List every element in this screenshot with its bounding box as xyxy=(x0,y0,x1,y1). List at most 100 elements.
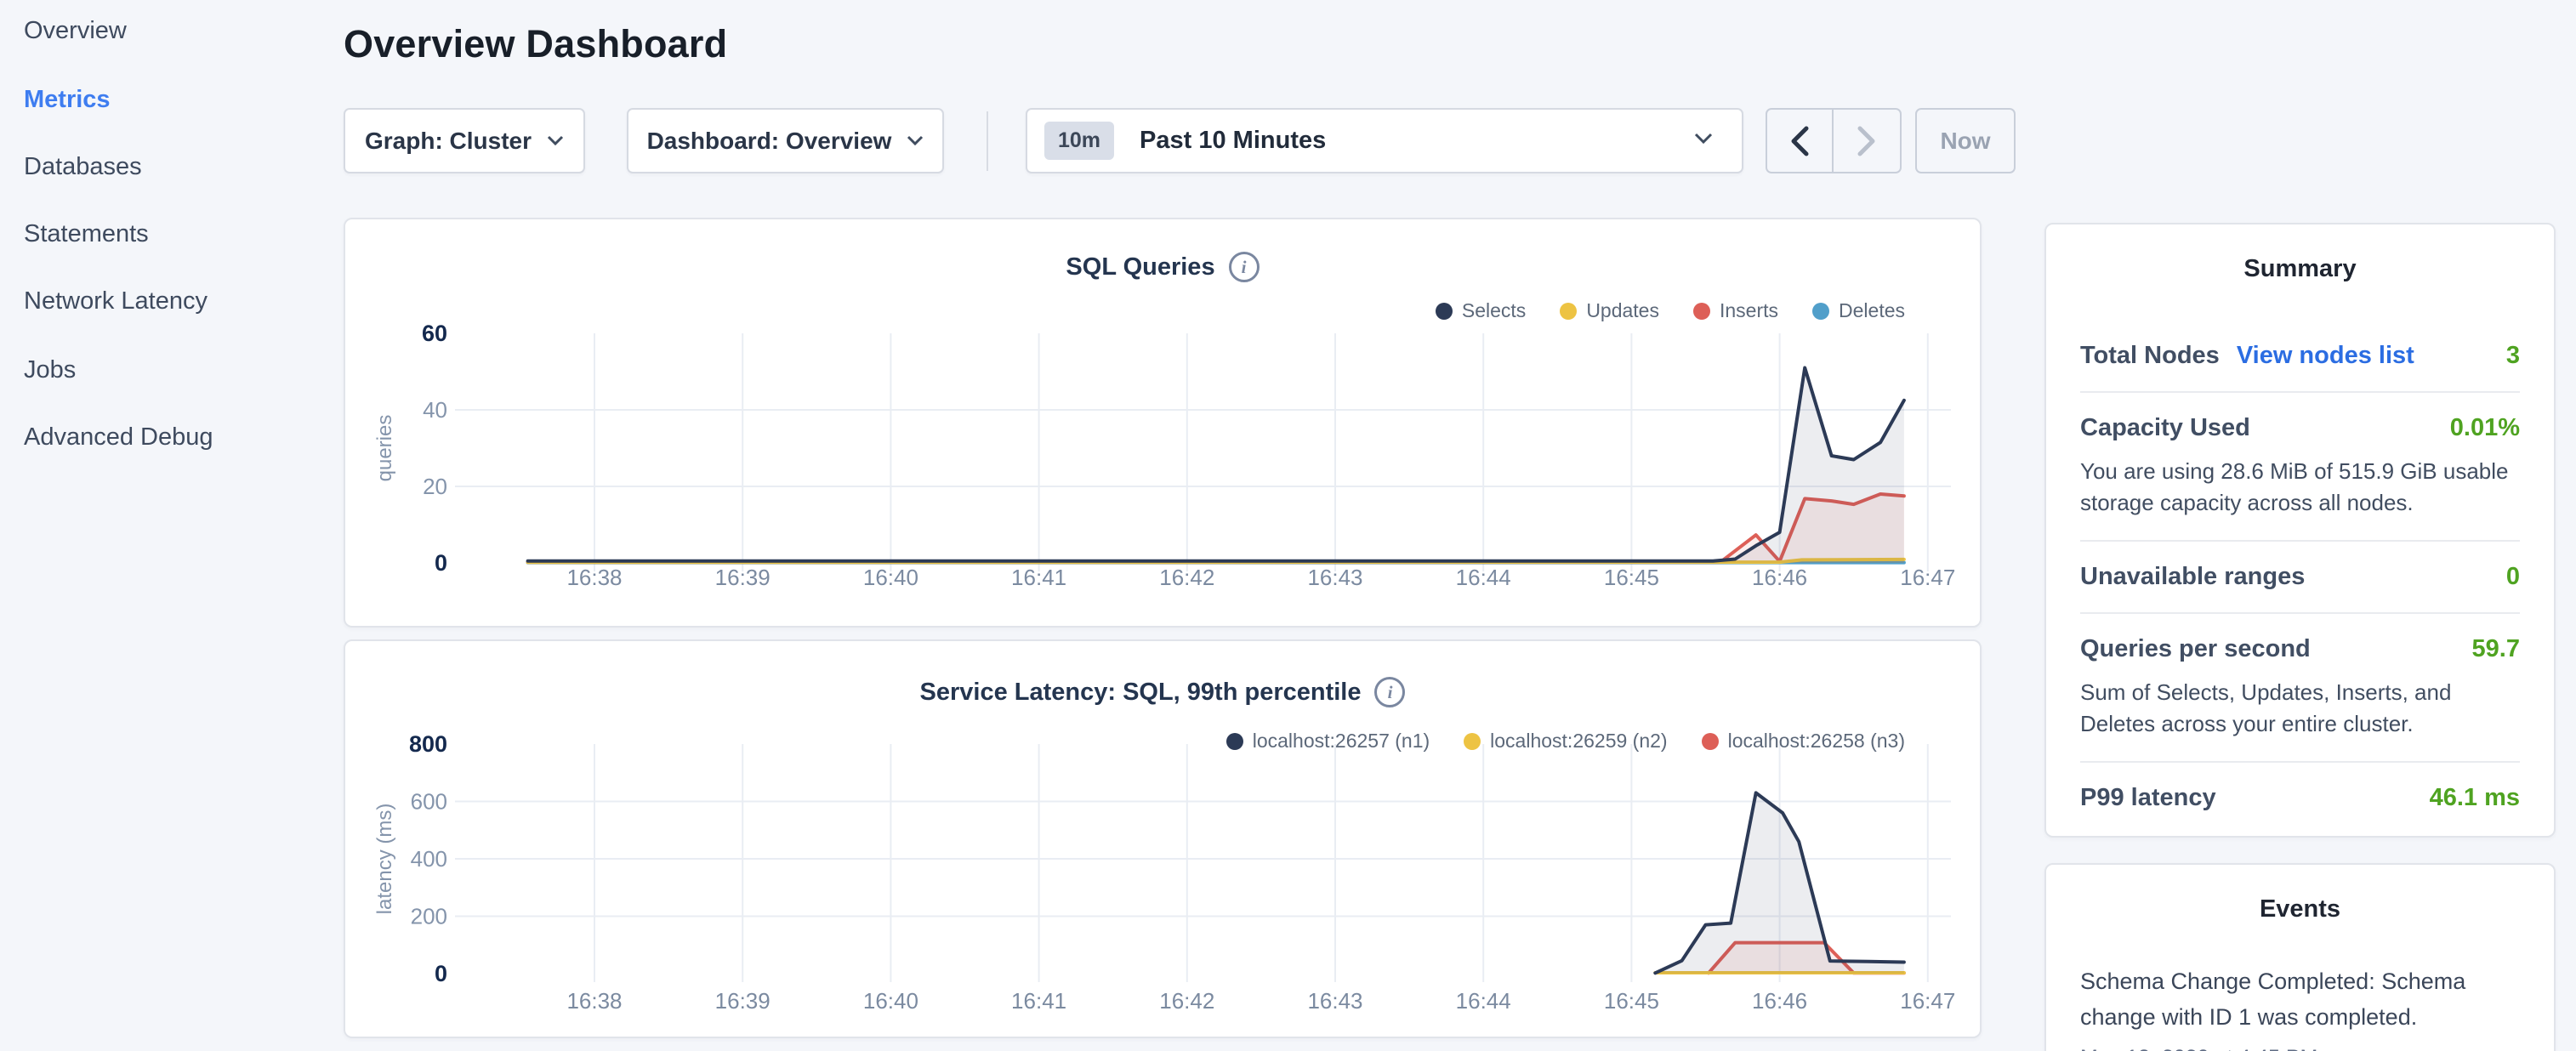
legend-dot-icon xyxy=(1464,733,1481,750)
legend-label: localhost:26259 (n2) xyxy=(1490,730,1667,753)
summary-value: 46.1 ms xyxy=(2430,784,2520,812)
time-range-selector[interactable]: 10m Past 10 Minutes xyxy=(1026,108,1743,173)
svg-text:60: 60 xyxy=(422,321,447,346)
svg-text:16:44: 16:44 xyxy=(1456,988,1511,1014)
chevron-down-icon xyxy=(907,135,924,146)
svg-text:16:46: 16:46 xyxy=(1752,565,1807,590)
summary-value: 0 xyxy=(2506,563,2520,591)
summary-row-capacity-used: Capacity Used 0.01% You are using 28.6 M… xyxy=(2080,393,2520,542)
chart-title: SQL Queries xyxy=(1066,253,1214,281)
svg-text:16:39: 16:39 xyxy=(715,988,771,1014)
event-date: May 13, 2020 at 4:45 PM xyxy=(2080,1046,2520,1051)
svg-text:16:47: 16:47 xyxy=(1900,565,1955,590)
sidebar-item-overview[interactable]: Overview xyxy=(24,17,127,45)
chevron-down-icon xyxy=(1694,133,1713,149)
summary-panel: Summary Total Nodes View nodes list 3 Ca… xyxy=(2044,223,2556,838)
legend-item[interactable]: Selects xyxy=(1436,299,1526,322)
legend-label: localhost:26258 (n3) xyxy=(1728,730,1905,753)
summary-label: Total Nodes xyxy=(2080,342,2220,370)
dashboard-dropdown-label: Dashboard: Overview xyxy=(647,128,892,155)
time-range-badge: 10m xyxy=(1044,122,1114,160)
chart-title: Service Latency: SQL, 99th percentile xyxy=(920,679,1362,707)
summary-title: Summary xyxy=(2080,255,2520,283)
sql-queries-card: 16:3816:3916:4016:4116:4216:4316:4416:45… xyxy=(344,218,1982,628)
time-range-label: Past 10 Minutes xyxy=(1140,127,1694,155)
page-title: Overview Dashboard xyxy=(344,22,727,66)
graph-scope-dropdown-label: Graph: Cluster xyxy=(365,128,532,155)
service-latency-card: 16:3816:3916:4016:4116:4216:4316:4416:45… xyxy=(344,639,1982,1038)
legend-item[interactable]: localhost:26259 (n2) xyxy=(1464,730,1667,753)
view-nodes-list-link[interactable]: View nodes list xyxy=(2237,342,2414,370)
svg-text:20: 20 xyxy=(423,474,447,499)
summary-row-queries-per-second: Queries per second 59.7 Sum of Selects, … xyxy=(2080,614,2520,763)
sidebar-item-network-latency[interactable]: Network Latency xyxy=(24,287,208,315)
summary-row-p99-latency: P99 latency 46.1 ms xyxy=(2080,763,2520,833)
legend-item[interactable]: localhost:26258 (n3) xyxy=(1702,730,1905,753)
next-time-button[interactable] xyxy=(1834,110,1900,172)
sidebar-item-statements[interactable]: Statements xyxy=(24,220,149,248)
legend-label: Selects xyxy=(1462,299,1526,322)
legend-label: Updates xyxy=(1586,299,1659,322)
svg-text:400: 400 xyxy=(411,846,447,872)
previous-time-button[interactable] xyxy=(1767,110,1834,172)
svg-text:0: 0 xyxy=(435,550,447,576)
svg-text:16:47: 16:47 xyxy=(1900,988,1955,1014)
sidebar-item-advanced-debug[interactable]: Advanced Debug xyxy=(24,423,213,452)
svg-text:200: 200 xyxy=(411,904,447,929)
now-button[interactable]: Now xyxy=(1915,108,2016,173)
legend-dot-icon xyxy=(1702,733,1719,750)
svg-text:16:45: 16:45 xyxy=(1604,988,1659,1014)
svg-text:16:42: 16:42 xyxy=(1159,565,1214,590)
legend-item[interactable]: Updates xyxy=(1560,299,1659,322)
summary-value: 0.01% xyxy=(2450,414,2520,442)
summary-description: Sum of Selects, Updates, Inserts, and De… xyxy=(2080,677,2520,740)
summary-label: Unavailable ranges xyxy=(2080,563,2305,591)
legend-label: localhost:26257 (n1) xyxy=(1253,730,1430,753)
summary-label: P99 latency xyxy=(2080,784,2216,812)
svg-text:16:41: 16:41 xyxy=(1011,565,1066,590)
legend-item[interactable]: Deletes xyxy=(1812,299,1905,322)
svg-text:queries: queries xyxy=(373,415,396,482)
events-panel: Events Schema Change Completed: Schema c… xyxy=(2044,863,2556,1051)
svg-text:16:44: 16:44 xyxy=(1456,565,1511,590)
event-item: Schema Change Completed: Schema change w… xyxy=(2080,964,2520,1051)
svg-text:16:39: 16:39 xyxy=(715,565,771,590)
legend-item[interactable]: Inserts xyxy=(1693,299,1778,322)
svg-text:16:42: 16:42 xyxy=(1159,988,1214,1014)
svg-text:16:38: 16:38 xyxy=(566,565,622,590)
legend-dot-icon xyxy=(1560,303,1577,320)
event-text: Schema Change Completed: Schema change w… xyxy=(2080,964,2520,1036)
time-step-buttons xyxy=(1766,108,1902,173)
graph-scope-dropdown[interactable]: Graph: Cluster xyxy=(344,108,585,173)
chart-legend: Selects Updates Inserts Deletes xyxy=(1436,299,1905,322)
summary-row-total-nodes: Total Nodes View nodes list 3 xyxy=(2080,321,2520,393)
legend-dot-icon xyxy=(1226,733,1243,750)
svg-text:16:43: 16:43 xyxy=(1307,565,1362,590)
svg-text:16:40: 16:40 xyxy=(863,988,918,1014)
legend-dot-icon xyxy=(1812,303,1829,320)
legend-dot-icon xyxy=(1436,303,1453,320)
svg-text:latency (ms): latency (ms) xyxy=(373,804,396,915)
toolbar: Graph: Cluster Dashboard: Overview 10m P… xyxy=(0,108,2576,173)
legend-label: Inserts xyxy=(1720,299,1778,322)
toolbar-divider xyxy=(987,111,988,171)
info-icon[interactable]: i xyxy=(1374,677,1405,707)
summary-value: 59.7 xyxy=(2472,635,2520,663)
legend-item[interactable]: localhost:26257 (n1) xyxy=(1226,730,1430,753)
sidebar-item-jobs[interactable]: Jobs xyxy=(24,356,76,384)
chevron-down-icon xyxy=(547,135,564,146)
dashboard-dropdown[interactable]: Dashboard: Overview xyxy=(627,108,944,173)
svg-text:16:43: 16:43 xyxy=(1307,988,1362,1014)
info-icon[interactable]: i xyxy=(1229,252,1260,282)
svg-text:800: 800 xyxy=(409,731,447,757)
svg-text:600: 600 xyxy=(411,789,447,815)
summary-value: 3 xyxy=(2506,342,2520,370)
svg-text:16:40: 16:40 xyxy=(863,565,918,590)
legend-dot-icon xyxy=(1693,303,1710,320)
summary-label: Capacity Used xyxy=(2080,414,2250,442)
events-title: Events xyxy=(2080,895,2520,923)
summary-row-unavailable-ranges: Unavailable ranges 0 xyxy=(2080,542,2520,614)
legend-label: Deletes xyxy=(1839,299,1905,322)
svg-text:16:46: 16:46 xyxy=(1752,988,1807,1014)
chart-legend: localhost:26257 (n1) localhost:26259 (n2)… xyxy=(1226,730,1905,753)
